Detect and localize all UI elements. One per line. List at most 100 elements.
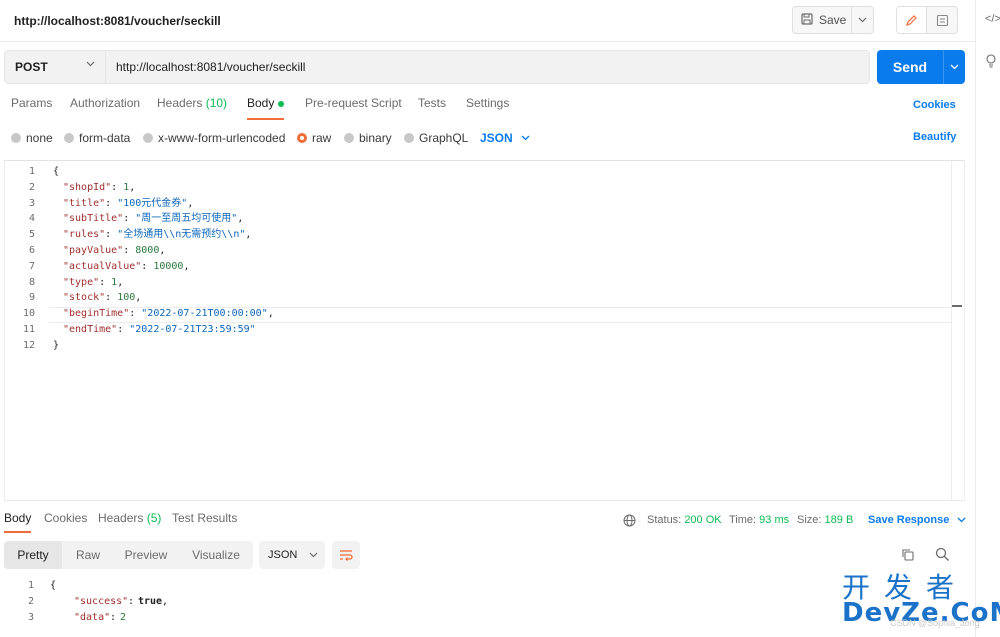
search-icon[interactable] [935,547,950,565]
lightbulb-icon[interactable] [985,54,997,71]
json-value: 100 [117,292,136,304]
view-toggle-group [896,6,958,34]
url-input[interactable] [106,50,870,84]
editor-line-number: 11 [22,324,35,335]
tab-body-label: Body [247,96,275,110]
response-format-label: JSON [268,549,298,561]
cookies-link[interactable]: Cookies [913,99,956,111]
response-line-number: 3 [27,612,34,623]
edit-toggle[interactable] [897,7,928,33]
view-preview[interactable]: Preview [116,541,176,569]
beautify-link[interactable]: Beautify [913,131,956,143]
json-key: "payValue" [63,245,124,256]
time-value: 93 ms [759,514,790,526]
view-visualize[interactable]: Visualize [184,541,248,569]
json-colon: : [123,213,136,225]
tab-body[interactable]: Body [247,96,285,120]
response-view-modes: Pretty Raw Preview Visualize [4,541,253,569]
view-raw[interactable]: Raw [66,541,110,569]
radio-raw[interactable]: raw [297,131,331,145]
copy-icon[interactable] [901,548,915,565]
request-body-editor[interactable]: 1 2 3 4 5 6 7 8 9 10 11 12{"shopId": 1, "title": "10… [4,160,965,501]
editor-line: "subTitle": "周一至周五均可使用", [63,211,243,227]
code-snippet-icon[interactable]: </> [985,13,1000,25]
status-value: 200 OK [684,514,722,526]
wrap-lines-button[interactable] [332,541,360,569]
tab-settings[interactable]: Settings [466,96,509,120]
tab-prerequest-script[interactable]: Pre-request Script [305,96,402,120]
response-comma: , [162,596,169,607]
editor-scrollbar[interactable] [951,161,964,500]
editor-line: "rules": "全场通用\\n无需预约\\n", [63,227,251,243]
editor-line-number: 10 [22,308,35,320]
editor-line: "stock": 100, [63,290,141,306]
json-value: 8000 [135,245,160,256]
tab-params[interactable]: Params [11,96,52,120]
tab-headers[interactable]: Headers (10) [157,96,227,120]
response-tab-body[interactable]: Body [4,511,32,533]
radio-label: none [26,131,53,145]
json-value: "周一至周五均可使用" [135,213,238,225]
radio-none[interactable]: none [11,131,53,145]
json-colon: : [141,260,154,272]
radio-label: binary [359,131,392,145]
response-value-success: true [138,596,163,607]
body-indicator-dot [278,100,285,107]
editor-line: "payValue": 8000, [63,243,165,259]
radio-urlencoded[interactable]: x-www-form-urlencoded [143,131,285,145]
json-colon: : [105,292,118,304]
tab-headers-count: (10) [205,96,228,110]
body-language-select[interactable]: JSON [480,131,530,145]
radio-circle [404,133,414,143]
editor-line-number: 9 [28,292,35,304]
json-colon: : [123,245,136,256]
editor-line-number: 8 [28,276,35,288]
response-line-number: 2 [27,596,34,607]
send-button[interactable]: Send [877,50,943,84]
json-comma: , [129,181,136,193]
json-colon: : [105,229,118,241]
response-format-select[interactable]: JSON [259,541,325,569]
radio-label: x-www-form-urlencoded [158,131,286,145]
status-label: Status: [647,514,682,526]
radio-graphql[interactable]: GraphQL [404,131,468,145]
editor-line-number: 2 [28,181,35,193]
radio-form-data[interactable]: form-data [64,131,130,145]
scrollbar-marker [952,305,962,307]
response-tab-headers-count: (5) [146,511,162,525]
right-sidebar [975,0,1000,637]
json-colon: : [99,276,112,288]
request-title-bar: http://localhost:8081/voucher/seckill Sa… [0,0,1000,42]
editor-line: "actualValue": 10000, [63,259,189,275]
request-name[interactable]: http://localhost:8081/voucher/seckill [14,14,221,28]
response-tab-test-results[interactable]: Test Results [172,511,237,533]
save-button[interactable]: Save [792,6,852,34]
json-value: "2022-07-21T00:00:00" [141,308,268,320]
radio-binary[interactable]: binary [344,131,392,145]
view-pretty[interactable]: Pretty [4,541,62,569]
radio-circle [143,133,153,143]
tab-authorization[interactable]: Authorization [70,96,140,120]
send-options-button[interactable] [943,50,965,84]
globe-icon[interactable] [623,514,636,530]
json-comma: , [159,245,166,256]
save-response-button[interactable]: Save Response [868,514,966,526]
json-key: "type" [63,276,100,288]
editor-line-number: 12 [22,339,35,351]
tab-tests[interactable]: Tests [418,96,446,120]
save-options-button[interactable] [851,6,874,34]
method-select[interactable]: POST [4,50,106,84]
json-comma: , [245,229,252,241]
json-key: "actualValue" [63,260,142,272]
chevron-down-icon [86,61,95,67]
body-language-label: JSON [480,131,513,145]
response-tab-headers[interactable]: Headers (5) [98,511,161,533]
document-icon [936,14,948,26]
response-tab-cookies[interactable]: Cookies [44,511,87,533]
response-tab-headers-label: Headers [98,511,144,525]
radio-label: form-data [79,131,131,145]
documentation-toggle[interactable] [927,7,957,33]
json-comma: , [187,197,194,209]
method-label: POST [15,60,48,74]
editor-line-number: 6 [28,245,35,256]
